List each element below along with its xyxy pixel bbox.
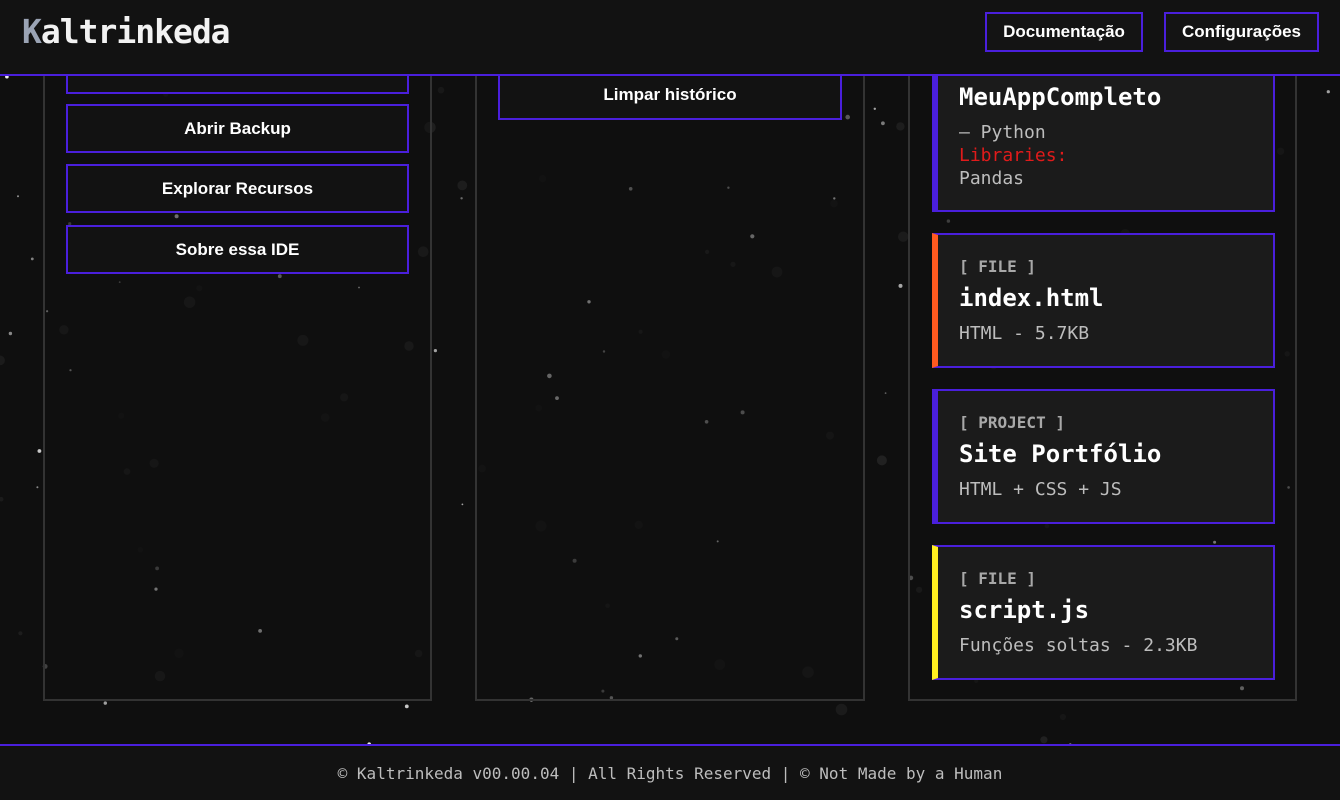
star [873,107,876,111]
logo-text: altrinkeda [40,12,231,51]
file-card-script-js[interactable]: [ FILE ] script.js Funções soltas - 2.3K… [932,545,1275,680]
star [37,449,42,453]
star [0,496,4,502]
card-libraries: Pandas [959,168,1025,189]
card-libraries-label: Libraries: [959,145,1068,166]
history-panel: Limpar histórico [475,40,865,701]
star [1040,736,1048,744]
star [17,195,19,198]
star [460,197,463,200]
top-header: Kaltrinkeda Documentação Configurações [0,0,1340,76]
settings-button[interactable]: Configurações [1164,12,1319,52]
card-tag: [ FILE ] [959,257,1037,276]
star [103,701,108,705]
card-title: MeuAppCompleto [959,83,1162,111]
card-title: index.html [959,284,1104,312]
card-tag: [ FILE ] [959,569,1037,588]
star [835,703,848,716]
card-description: Funções soltas - 2.3KB [959,635,1198,656]
logo-initial: K [22,12,42,51]
star [18,631,23,636]
project-card-site-portfolio[interactable]: [ PROJECT ] Site Portfólio HTML + CSS + … [932,389,1275,524]
about-ide-button[interactable]: Sobre essa IDE [66,225,409,274]
star [461,503,464,506]
star [8,331,13,336]
star [898,283,903,288]
star [30,257,34,261]
star [437,86,445,94]
star [896,122,905,131]
card-description: HTML + CSS + JS [959,479,1122,500]
card-tag: [ PROJECT ] [959,413,1065,432]
star [0,355,5,366]
recent-projects-panel: MeuAppCompleto — Python Libraries: Panda… [908,40,1297,701]
documentation-button[interactable]: Documentação [985,12,1143,52]
star [1326,90,1330,94]
footer: © Kaltrinkeda v00.00.04 | All Rights Res… [0,744,1340,800]
star [433,349,437,353]
star [884,392,887,394]
footer-copyright: © Kaltrinkeda v00.00.04 | All Rights Res… [337,763,1003,783]
clear-history-button[interactable]: Limpar histórico [498,69,842,120]
card-title: script.js [959,596,1090,624]
open-backup-button[interactable]: Abrir Backup [66,104,409,153]
star [404,704,409,709]
card-title: Site Portfólio [959,440,1162,468]
star [457,180,468,191]
app-logo[interactable]: Kaltrinkeda [22,12,231,51]
star [876,455,887,466]
project-card-meuappcompleto[interactable]: MeuAppCompleto — Python Libraries: Panda… [932,56,1275,212]
star [881,121,885,126]
star [36,486,39,489]
card-language: — Python [959,122,1046,143]
card-description: HTML - 5.7KB [959,323,1090,344]
left-panel: Abrir Backup Explorar Recursos Sobre ess… [43,40,432,701]
star [1060,714,1066,720]
explore-resources-button[interactable]: Explorar Recursos [66,164,409,213]
star [898,231,909,242]
file-card-index-html[interactable]: [ FILE ] index.html HTML - 5.7KB [932,233,1275,368]
